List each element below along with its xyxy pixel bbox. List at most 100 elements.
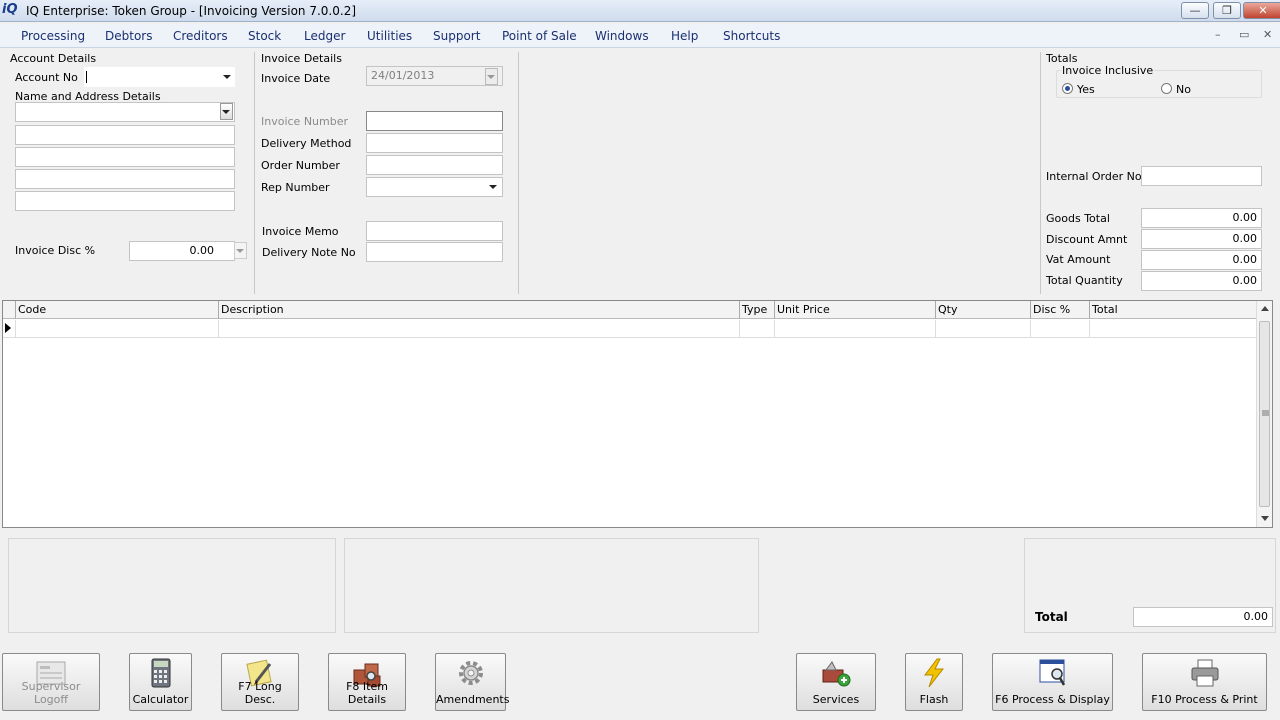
column-header-unit-price[interactable]: Unit Price bbox=[774, 301, 935, 319]
column-header-disc[interactable]: Disc % bbox=[1030, 301, 1089, 319]
summary-panel: Total 0.00 bbox=[1024, 538, 1276, 633]
invoice-memo-field[interactable] bbox=[366, 221, 503, 241]
address-line-3-field[interactable] bbox=[15, 169, 235, 189]
address-line-2-field[interactable] bbox=[15, 147, 235, 167]
column-header-code[interactable]: Code bbox=[15, 301, 218, 319]
name-dropdown-button[interactable] bbox=[220, 103, 233, 120]
cell-qty[interactable] bbox=[935, 320, 1030, 337]
grid-header: Code Description Type Unit Price Qty Dis… bbox=[3, 301, 1257, 319]
process-display-label: F6 Process & Display bbox=[995, 693, 1110, 706]
process-print-button[interactable]: F10 Process & Print bbox=[1142, 653, 1267, 711]
chevron-down-icon bbox=[236, 249, 244, 253]
menu-debtors[interactable]: Debtors bbox=[105, 29, 152, 43]
menu-help[interactable]: Help bbox=[671, 29, 698, 43]
address-line-4-field[interactable] bbox=[15, 191, 235, 211]
column-header-total[interactable]: Total bbox=[1089, 301, 1257, 319]
total-field: 0.00 bbox=[1133, 607, 1273, 627]
panel-divider bbox=[1040, 52, 1041, 294]
vat-amount-label: Vat Amount bbox=[1046, 253, 1111, 266]
delivery-note-field[interactable] bbox=[366, 242, 503, 262]
rep-number-combobox[interactable] bbox=[366, 177, 503, 197]
table-row[interactable] bbox=[3, 320, 1257, 338]
process-display-button[interactable]: F6 Process & Display bbox=[992, 653, 1113, 711]
window-magnifier-icon bbox=[1039, 659, 1065, 686]
flash-button[interactable]: Flash bbox=[905, 653, 963, 711]
column-header-qty[interactable]: Qty bbox=[935, 301, 1030, 319]
total-label: Total bbox=[1035, 610, 1068, 624]
mdi-minimize-button[interactable]: – bbox=[1215, 28, 1221, 41]
cell-type[interactable] bbox=[739, 320, 774, 337]
chevron-down-icon bbox=[222, 110, 230, 114]
account-no-combobox[interactable] bbox=[84, 67, 235, 87]
panel-divider bbox=[254, 52, 255, 294]
calculator-button[interactable]: Calculator bbox=[129, 653, 192, 711]
account-details-title: Account Details bbox=[10, 52, 97, 65]
chevron-down-icon[interactable] bbox=[223, 75, 231, 79]
inclusive-yes-radio[interactable] bbox=[1062, 83, 1073, 94]
info-panel-left bbox=[8, 538, 336, 633]
long-desc-button[interactable]: F7 Long Desc. bbox=[221, 653, 299, 711]
gear-icon bbox=[458, 661, 483, 685]
cell-disc[interactable] bbox=[1030, 320, 1089, 337]
invoice-lines-grid[interactable]: Code Description Type Unit Price Qty Dis… bbox=[2, 300, 1273, 528]
invoice-date-label: Invoice Date bbox=[261, 72, 331, 85]
menu-utilities[interactable]: Utilities bbox=[367, 29, 412, 43]
cell-total[interactable] bbox=[1089, 320, 1257, 337]
app-logo: iQ bbox=[2, 2, 18, 17]
invoice-disc-dropdown-button[interactable] bbox=[234, 242, 247, 259]
menu-processing[interactable]: Processing bbox=[21, 29, 85, 43]
invoice-number-field[interactable] bbox=[366, 111, 503, 131]
delivery-note-label: Delivery Note No bbox=[262, 246, 356, 259]
internal-order-field[interactable] bbox=[1141, 166, 1262, 186]
rep-number-label: Rep Number bbox=[261, 181, 330, 194]
name-field[interactable] bbox=[15, 102, 235, 122]
internal-order-label: Internal Order No bbox=[1046, 170, 1142, 183]
invoice-date-field[interactable]: 24/01/2013 bbox=[366, 66, 503, 86]
menu-creditors[interactable]: Creditors bbox=[173, 29, 228, 43]
menu-support[interactable]: Support bbox=[433, 29, 480, 43]
invoice-details-title: Invoice Details bbox=[261, 52, 342, 65]
menu-shortcuts[interactable]: Shortcuts bbox=[723, 29, 780, 43]
chevron-down-icon[interactable] bbox=[489, 185, 497, 189]
window-title: IQ Enterprise: Token Group - [Invoicing … bbox=[26, 4, 357, 18]
order-number-field[interactable] bbox=[366, 155, 503, 175]
invoice-disc-value: 0.00 bbox=[189, 244, 215, 257]
menu-point-of-sale[interactable]: Point of Sale bbox=[502, 29, 577, 43]
amendments-button[interactable]: Amendments bbox=[435, 653, 509, 711]
discount-amount-label: Discount Amnt bbox=[1046, 233, 1128, 246]
grid-vertical-scrollbar[interactable] bbox=[1256, 301, 1272, 527]
item-details-button[interactable]: F8 Item Details bbox=[328, 653, 406, 711]
menu-ledger[interactable]: Ledger bbox=[304, 29, 345, 43]
scroll-down-icon[interactable] bbox=[1261, 516, 1269, 521]
cell-unit-price[interactable] bbox=[774, 320, 935, 337]
scrollbar-thumb[interactable] bbox=[1259, 321, 1270, 507]
invoice-date-dropdown-button[interactable] bbox=[485, 68, 498, 85]
discount-amount-field: 0.00 bbox=[1141, 229, 1262, 249]
calculator-label: Calculator bbox=[132, 693, 189, 706]
inclusive-no-radio[interactable] bbox=[1161, 83, 1172, 94]
supervisor-logoff-button[interactable]: Supervisor Logoff bbox=[2, 653, 100, 711]
column-header-type[interactable]: Type bbox=[739, 301, 774, 319]
close-button[interactable]: ✕ bbox=[1243, 2, 1280, 19]
cell-code[interactable] bbox=[15, 320, 218, 337]
restore-button[interactable]: ❐ bbox=[1213, 2, 1241, 19]
total-quantity-label: Total Quantity bbox=[1046, 274, 1123, 287]
scroll-up-icon[interactable] bbox=[1261, 306, 1269, 311]
address-line-1-field[interactable] bbox=[15, 125, 235, 145]
inclusive-yes-label[interactable]: Yes bbox=[1077, 83, 1095, 96]
invoice-disc-label: Invoice Disc % bbox=[15, 244, 96, 257]
menu-windows[interactable]: Windows bbox=[595, 29, 649, 43]
services-button[interactable]: Services bbox=[796, 653, 876, 711]
delivery-method-field[interactable] bbox=[366, 133, 503, 153]
invoice-disc-field[interactable]: 0.00 bbox=[129, 241, 235, 261]
mdi-restore-button[interactable]: ▭ bbox=[1239, 28, 1249, 41]
services-truck-icon bbox=[822, 661, 851, 687]
long-desc-label: F7 Long Desc. bbox=[238, 680, 282, 706]
mdi-close-button[interactable]: ✕ bbox=[1263, 28, 1272, 41]
column-header-description[interactable]: Description bbox=[218, 301, 739, 319]
inclusive-no-label[interactable]: No bbox=[1176, 83, 1191, 96]
cell-description[interactable] bbox=[218, 320, 739, 337]
menu-bar: Processing Debtors Creditors Stock Ledge… bbox=[0, 24, 1280, 48]
menu-stock[interactable]: Stock bbox=[248, 29, 281, 43]
minimize-button[interactable]: — bbox=[1181, 2, 1209, 19]
